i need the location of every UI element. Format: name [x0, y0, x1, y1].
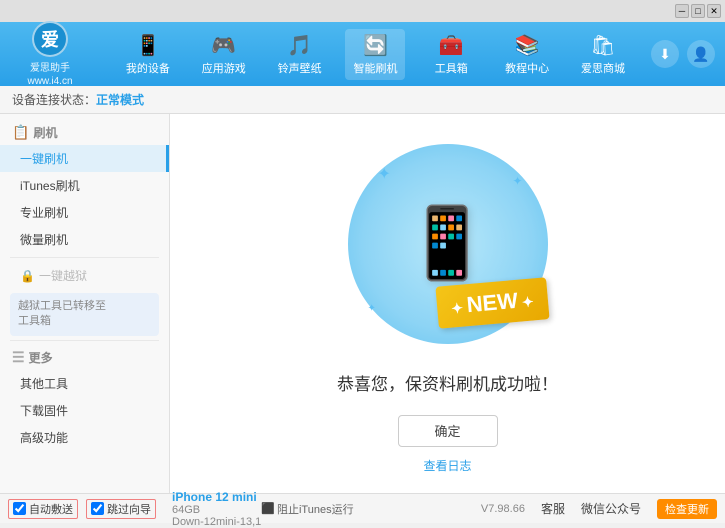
sidebar-item-other-tools[interactable]: 其他工具 — [0, 370, 169, 397]
stop-itunes-button[interactable]: ⬛ 阻止iTunes运行 — [261, 501, 353, 517]
nav-my-device[interactable]: 📱 我的设备 — [118, 29, 178, 80]
confirm-button[interactable]: 确定 — [398, 415, 498, 447]
phone-icon: 📱 — [404, 203, 491, 285]
bottom-right: V7.98.66 客服 微信公众号 检查更新 — [481, 499, 717, 519]
tutorials-label: 教程中心 — [505, 60, 549, 76]
device-model: Down-12mini-13,1 — [172, 516, 261, 528]
version-label: V7.98.66 — [481, 503, 525, 515]
nav-tutorials[interactable]: 📚 教程中心 — [497, 29, 557, 80]
restart-link[interactable]: 查看日志 — [423, 457, 471, 474]
ringtones-label: 铃声壁纸 — [278, 60, 322, 76]
logo-line1: 爱思助手 — [30, 59, 70, 74]
sidebar-item-itunes-flash[interactable]: iTunes刷机 — [0, 172, 169, 199]
logo-line2: www.i4.cn — [27, 76, 72, 87]
sidebar-item-one-key-flash[interactable]: 一键刷机 — [0, 145, 169, 172]
lock-icon: 🔒 — [20, 269, 35, 283]
logo: 爱 爱思助手 www.i4.cn — [10, 21, 90, 87]
sidebar-item-pro-flash[interactable]: 专业刷机 — [0, 199, 169, 226]
header-right: ⬇ 👤 — [651, 40, 715, 68]
jailbreak-label: 一键越狱 — [39, 267, 87, 284]
auto-send-checkbox[interactable]: 自动敷送 — [8, 499, 78, 519]
divider-2 — [10, 340, 159, 341]
shop-icon: 🛍 — [590, 33, 615, 58]
sidebar-section-jailbreak: 🔒 一键越狱 — [0, 262, 169, 289]
jailbreak-notice: 越狱工具已转移至工具箱 — [10, 293, 159, 336]
device-name: iPhone 12 mini — [172, 490, 261, 504]
skip-wizard-label: 跳过向导 — [107, 501, 151, 517]
stop-itunes-icon: ⬛ — [261, 502, 275, 515]
apps-games-label: 应用游戏 — [202, 60, 246, 76]
flash-section-label: 刷机 — [33, 124, 57, 141]
close-button[interactable]: ✕ — [707, 4, 721, 18]
ringtones-icon: 🎵 — [287, 33, 312, 58]
maximize-button[interactable]: □ — [691, 4, 705, 18]
status-bar: 设备连接状态： 正常模式 — [0, 86, 725, 114]
device-storage: 64GB — [172, 504, 261, 516]
my-device-icon: 📱 — [135, 33, 160, 58]
nav-toolbox[interactable]: 🧰 工具箱 — [421, 29, 481, 80]
shop-label: 爱思商城 — [581, 60, 625, 76]
sidebar-item-advanced[interactable]: 高级功能 — [0, 424, 169, 451]
download-button[interactable]: ⬇ — [651, 40, 679, 68]
user-button[interactable]: 👤 — [687, 40, 715, 68]
skip-wizard-checkbox[interactable]: 跳过向导 — [86, 499, 156, 519]
more-section-label: 更多 — [29, 349, 53, 366]
nav-shop[interactable]: 🛍 爱思商城 — [573, 29, 633, 80]
logo-icon: 爱 — [32, 21, 68, 57]
nav-ringtones[interactable]: 🎵 铃声壁纸 — [270, 29, 330, 80]
sidebar-item-download-firmware[interactable]: 下载固件 — [0, 397, 169, 424]
nav-smart-flash[interactable]: 🔄 智能刷机 — [345, 29, 405, 80]
sidebar-item-micro-flash[interactable]: 微量刷机 — [0, 226, 169, 253]
success-text: 恭喜您，保资料刷机成功啦！ — [337, 370, 558, 395]
check-update-button[interactable]: 检查更新 — [657, 499, 717, 519]
sidebar-section-more: ☰ 更多 — [0, 345, 169, 370]
smart-flash-icon: 🔄 — [363, 33, 388, 58]
more-section-icon: ☰ — [12, 349, 25, 366]
divider-1 — [10, 257, 159, 258]
content-area: ✦ ✦ ✦ 📱 NEW 恭喜您，保资料刷机成功啦！ 确定 查看日志 — [170, 114, 725, 493]
toolbox-label: 工具箱 — [435, 60, 468, 76]
header: 爱 爱思助手 www.i4.cn 📱 我的设备 🎮 应用游戏 🎵 铃声壁纸 🔄 … — [0, 22, 725, 86]
title-bar: ─ □ ✕ — [0, 0, 725, 22]
main-layout: 📋 刷机 一键刷机 iTunes刷机 专业刷机 微量刷机 🔒 一键越狱 越狱工具… — [0, 114, 725, 493]
tutorials-icon: 📚 — [515, 33, 540, 58]
sparkle-3: ✦ — [368, 303, 376, 314]
status-value: 正常模式 — [96, 91, 144, 108]
flash-section-icon: 📋 — [12, 124, 29, 141]
apps-games-icon: 🎮 — [211, 33, 236, 58]
toolbox-icon: 🧰 — [439, 33, 464, 58]
sparkle-1: ✦ — [378, 164, 391, 184]
sparkle-2: ✦ — [512, 174, 522, 188]
new-badge: NEW — [435, 277, 549, 328]
nav-apps-games[interactable]: 🎮 应用游戏 — [194, 29, 254, 80]
minimize-button[interactable]: ─ — [675, 4, 689, 18]
auto-send-label: 自动敷送 — [29, 501, 73, 517]
bottom-left: 自动敷送 跳过向导 iPhone 12 mini 64GB Down-12min… — [8, 490, 261, 528]
status-label: 设备连接状态： — [12, 91, 96, 108]
sidebar: 📋 刷机 一键刷机 iTunes刷机 专业刷机 微量刷机 🔒 一键越狱 越狱工具… — [0, 114, 170, 493]
wechat-official-link[interactable]: 微信公众号 — [581, 500, 641, 517]
nav-bar: 📱 我的设备 🎮 应用游戏 🎵 铃声壁纸 🔄 智能刷机 🧰 工具箱 📚 教程中心… — [110, 29, 641, 80]
sidebar-section-flash: 📋 刷机 — [0, 120, 169, 145]
auto-send-input[interactable] — [13, 502, 26, 515]
stop-itunes-label: 阻止iTunes运行 — [277, 501, 354, 517]
customer-service-link[interactable]: 客服 — [541, 500, 565, 517]
device-info: iPhone 12 mini 64GB Down-12mini-13,1 — [172, 490, 261, 528]
my-device-label: 我的设备 — [126, 60, 170, 76]
skip-wizard-input[interactable] — [91, 502, 104, 515]
bottom-bar: 自动敷送 跳过向导 iPhone 12 mini 64GB Down-12min… — [0, 493, 725, 523]
smart-flash-label: 智能刷机 — [353, 60, 397, 76]
success-illustration: ✦ ✦ ✦ 📱 NEW — [338, 134, 558, 354]
